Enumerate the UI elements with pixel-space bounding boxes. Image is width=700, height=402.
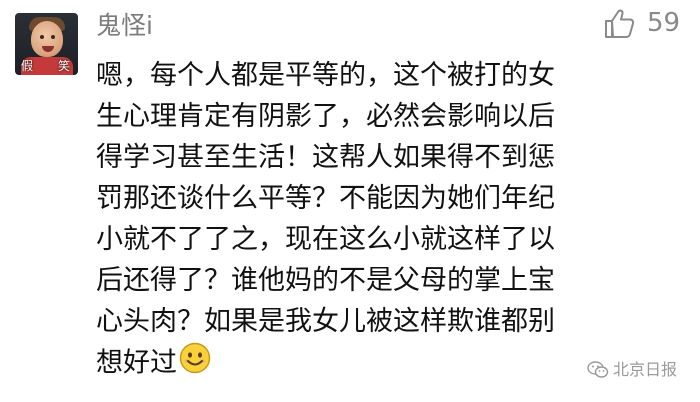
avatar-eye: [40, 35, 44, 39]
thumbs-up-icon: [605, 9, 635, 38]
comment-line: 后还得了？谁他妈的不是父母的掌上宝: [96, 265, 555, 296]
wechat-logo-icon: [587, 361, 609, 378]
avatar[interactable]: 假 笑: [15, 13, 78, 75]
comment-line: 罚那还谈什么平等？不能因为她们年纪: [96, 183, 555, 214]
comment-line-text: 想好过: [96, 347, 177, 379]
smiling-face-emoji: [179, 342, 211, 386]
watermark-text: 北京日报: [613, 360, 678, 379]
comment-line: 得学习甚至生活！这帮人如果得不到惩: [96, 142, 555, 173]
username[interactable]: 鬼怪i: [96, 11, 153, 41]
comment-line: 生心理肯定有阴影了，必然会影响以后: [96, 101, 555, 132]
like-button[interactable]: 59: [603, 6, 680, 40]
comment-line-last: 想好过: [96, 342, 666, 383]
avatar-caption-right: 笑: [57, 59, 70, 73]
like-count: 59: [647, 8, 681, 38]
avatar-eye: [51, 35, 55, 39]
avatar-caption-left: 假: [21, 59, 34, 73]
comment-text: 嗯，每个人都是平等的，这个被打的女 生心理肯定有阴影了，必然会影响以后 得学习甚…: [96, 55, 666, 383]
comment-line: 嗯，每个人都是平等的，这个被打的女: [96, 60, 555, 91]
watermark: 北京日报: [587, 360, 677, 380]
comment-line: 心头肉？如果是我女儿被这样欺谁都别: [96, 306, 555, 337]
comment-line: 小就不了了之，现在这么小就这样了以: [96, 224, 555, 255]
